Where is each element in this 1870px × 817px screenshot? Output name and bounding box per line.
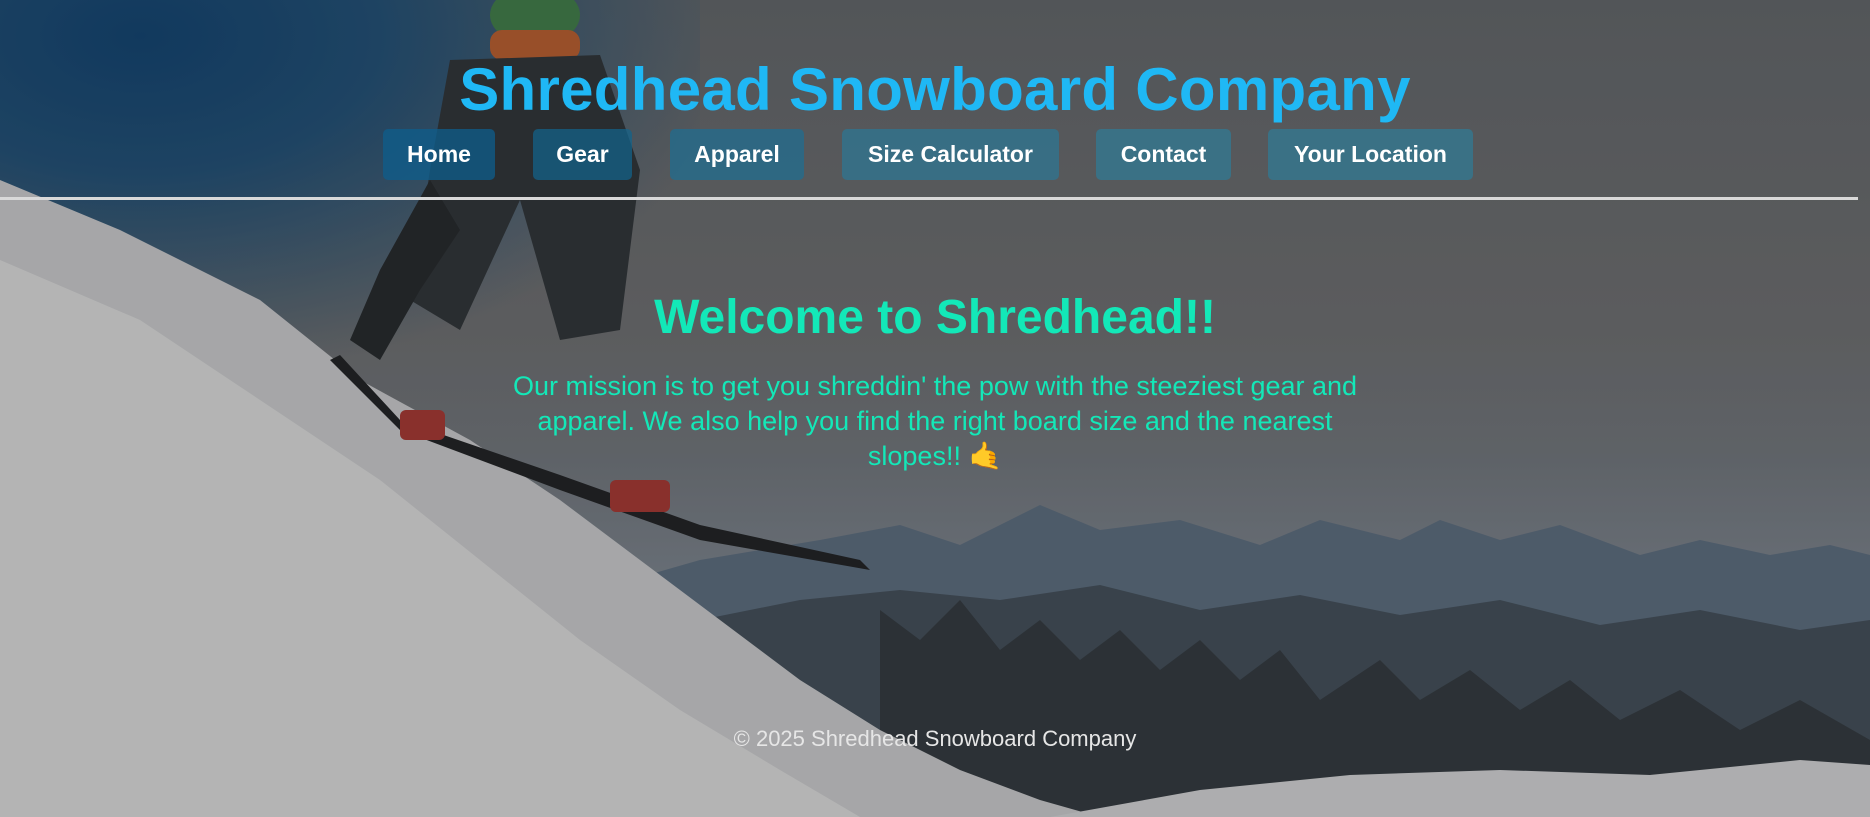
site-footer: © 2025 Shredhead Snowboard Company	[0, 726, 1870, 752]
nav-apparel-button[interactable]: Apparel	[670, 129, 804, 180]
copyright-text: © 2025 Shredhead Snowboard Company	[733, 726, 1137, 751]
site-header: Shredhead Snowboard Company Home Gear Ap…	[0, 0, 1870, 200]
header-divider	[0, 197, 1858, 200]
main-content: Welcome to Shredhead!! Our mission is to…	[0, 280, 1870, 474]
welcome-heading: Welcome to Shredhead!!	[654, 291, 1216, 344]
mission-statement: Our mission is to get you shreddin' the …	[500, 369, 1370, 474]
nav-home-button[interactable]: Home	[383, 129, 495, 180]
site-title: Shredhead Snowboard Company	[459, 56, 1411, 123]
main-nav: Home Gear Apparel Size Calculator Contac…	[0, 129, 1870, 181]
mission-text: Our mission is to get you shreddin' the …	[512, 371, 1358, 471]
call-me-hand-icon: 🤙	[968, 441, 1003, 471]
nav-size-calculator-button[interactable]: Size Calculator	[842, 129, 1059, 180]
nav-your-location-button[interactable]: Your Location	[1268, 129, 1473, 180]
page: Shredhead Snowboard Company Home Gear Ap…	[0, 0, 1870, 817]
nav-gear-button[interactable]: Gear	[533, 129, 632, 180]
nav-contact-button[interactable]: Contact	[1096, 129, 1231, 180]
